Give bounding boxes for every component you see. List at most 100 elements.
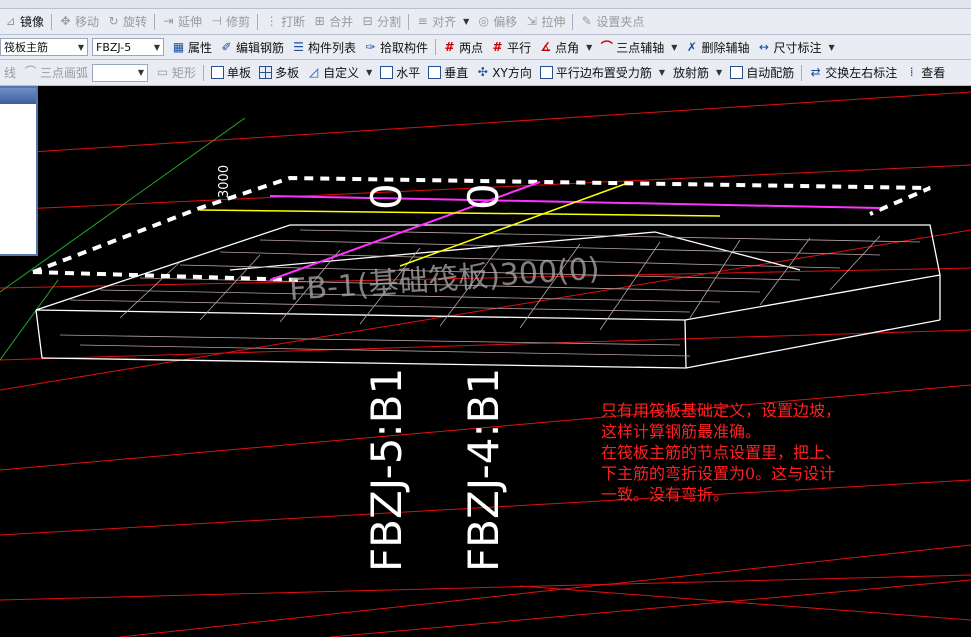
three-point-axis-button[interactable]: ⌒ 三点辅轴 ▼ [596, 36, 681, 58]
toolbar-top-cropped [0, 0, 971, 9]
component-toolbar: 筏板主筋 ▼ FBZJ-5 ▼ ▦ 属性 ✐ 编辑钢筋 ☰ 构件列表 ✑ 拾取构件 # 两点 … [0, 35, 971, 60]
align-button[interactable]: ≡ 对齐 ▼ [412, 11, 473, 33]
rectangle-button[interactable]: ▭ 矩形 [152, 62, 200, 84]
offset-button[interactable]: ◎ 偏移 [473, 11, 521, 33]
offset-icon: ◎ [478, 14, 490, 28]
parallel-axis-icon: # [492, 39, 503, 54]
line-button[interactable]: 线 [0, 62, 20, 84]
slab-label: FB-1(基础筏板)300(0) [288, 251, 601, 308]
single-plate-button[interactable]: 单板 [207, 62, 255, 84]
trim-icon: ⊣ [211, 14, 222, 28]
component-list-button[interactable]: ☰ 构件列表 [288, 36, 360, 58]
multi-plate-icon [259, 66, 273, 79]
panel-titlebar[interactable] [0, 88, 36, 104]
move-icon: ✥ [60, 14, 71, 28]
parallel-button[interactable]: # 平行 [487, 36, 535, 58]
annotation-line: 只有用筏板基础定义，设置边坡， [601, 401, 842, 420]
vertical-button[interactable]: 垂直 [424, 62, 472, 84]
rebar-label-fbzj5: FBZJ-5:B1 [362, 368, 411, 572]
vertical-icon [428, 66, 442, 79]
dimension-button[interactable]: ↔ 尺寸标注 ▼ [753, 36, 838, 58]
view-icon: ⁞ [909, 65, 914, 79]
chevron-down-icon: ▼ [137, 68, 145, 77]
three-point-arc-button[interactable]: ⌒ 三点画弧 [20, 62, 92, 84]
chevron-down-icon: ▼ [366, 68, 373, 77]
rebar-suffix-fbzj4: 0 [459, 183, 508, 210]
mirror-icon: ⊿ [5, 14, 16, 28]
move-button[interactable]: ✥ 移动 [55, 11, 103, 33]
parallel-edge-rebar-button[interactable]: 平行边布置受力筋 ▼ [536, 62, 669, 84]
merge-button[interactable]: ⊞ 合并 [309, 11, 357, 33]
annotation-note: 只有用筏板基础定义，设置边坡， 这样计算钢筋最准确。 在筏板主筋的节点设置里，把… [601, 400, 971, 505]
extend-button[interactable]: ⇥ 延伸 [158, 11, 206, 33]
two-point-axis-icon: # [444, 39, 455, 54]
radial-rebar-button[interactable]: 放射筋 ▼ [669, 62, 726, 84]
set-grip-button[interactable]: ✎ 设置夹点 [576, 11, 648, 33]
single-plate-icon [211, 66, 225, 79]
chevron-down-icon: ▼ [153, 42, 160, 52]
toolbar-separator [435, 39, 437, 55]
mirror-button[interactable]: ⊿ 镜像 [0, 11, 48, 33]
chevron-down-icon: ▼ [828, 42, 835, 52]
horizontal-button[interactable]: 水平 [376, 62, 424, 84]
align-icon: ≡ [417, 14, 428, 28]
split-button[interactable]: ⊟ 分割 [357, 11, 405, 33]
properties-button[interactable]: ▦ 属性 [168, 36, 216, 58]
three-point-axis-icon: ⌒ [600, 39, 613, 54]
edit-rebar-button[interactable]: ✐ 编辑钢筋 [216, 36, 288, 58]
drawing-canvas[interactable]: 3000 FB-1(基础筏板)300(0) FBZJ-5:B1 FBZJ-4:B… [0, 86, 971, 637]
arc-option-select[interactable]: ▼ [92, 63, 149, 82]
multi-plate-button[interactable]: 多板 [255, 62, 303, 84]
custom-button[interactable]: ◿ 自定义 ▼ [303, 62, 376, 84]
dimension-label: 3000 [217, 165, 232, 198]
horizontal-icon [380, 66, 394, 79]
draw-toolbar: 线 ⌒ 三点画弧 ▼ ▭ 矩形 单板 多板 ◿ 自定义 ▼ 水平 垂直 ✣ XY方向 平行… [0, 60, 971, 86]
custom-shape-icon: ◿ [308, 65, 319, 79]
properties-icon: ▦ [172, 39, 185, 54]
toolbar-separator [408, 13, 410, 30]
list-icon: ☰ [293, 39, 304, 54]
edit-toolbar: ⊿ 镜像 ✥ 移动 ↻ 旋转 ⇥ 延伸 ⊣ 修剪 ⋮ 打断 ⊞ 合并 ⊟ 分割 ≡ 对齐 ▼ ◎ 偏移… [0, 9, 971, 35]
component-type-select[interactable]: 筏板主筋 ▼ [0, 38, 88, 56]
chevron-down-icon: ▼ [716, 68, 723, 77]
two-point-button[interactable]: # 两点 [439, 36, 487, 58]
swap-labels-button[interactable]: ⇄ 交换左右标注 [805, 62, 901, 84]
auto-rebar-icon [730, 66, 744, 79]
floating-panel[interactable] [0, 86, 38, 256]
point-angle-icon: ∡ [540, 39, 551, 54]
chevron-down-icon: ▼ [671, 42, 678, 52]
xy-direction-icon: ✣ [477, 65, 488, 79]
eyedropper-icon: ✑ [365, 39, 376, 54]
trim-button[interactable]: ⊣ 修剪 [206, 11, 254, 33]
break-button[interactable]: ⋮ 打断 [261, 11, 309, 33]
view-button[interactable]: ⁞ 查看 [901, 62, 949, 84]
rotate-button[interactable]: ↻ 旋转 [103, 11, 151, 33]
toolbar-separator [257, 13, 259, 30]
point-angle-button[interactable]: ∡ 点角 ▼ [535, 36, 596, 58]
component-name-select[interactable]: FBZJ-5 ▼ [92, 38, 164, 56]
rebar-label-fbzj4: FBZJ-4:B1 [459, 368, 508, 572]
annotation-line: 这样计算钢筋最准确。 [601, 422, 762, 441]
annotation-line: 一致。没有弯折。 [601, 485, 730, 504]
toolbar-separator [801, 64, 803, 81]
chevron-down-icon: ▼ [463, 17, 470, 26]
delete-axis-button[interactable]: ✗ 删除辅轴 [681, 36, 753, 58]
chevron-down-icon: ▼ [586, 42, 593, 52]
pick-component-button[interactable]: ✑ 拾取构件 [360, 36, 432, 58]
parallel-edge-icon [539, 66, 553, 79]
extend-icon: ⇥ [163, 14, 174, 28]
stretch-button[interactable]: ⇲ 拉伸 [521, 11, 569, 33]
edit-rebar-icon: ✐ [221, 39, 232, 54]
split-icon: ⊟ [362, 14, 373, 28]
toolbar-separator [572, 13, 574, 30]
rectangle-icon: ▭ [156, 65, 169, 79]
toolbar-separator [203, 64, 205, 81]
rebar-suffix-fbzj5: 0 [362, 183, 411, 210]
auto-rebar-button[interactable]: 自动配筋 [726, 62, 798, 84]
chevron-down-icon: ▼ [77, 42, 84, 52]
xy-direction-button[interactable]: ✣ XY方向 [472, 62, 536, 84]
toolbar-separator [51, 13, 53, 30]
stretch-icon: ⇲ [526, 14, 537, 28]
rotate-icon: ↻ [108, 14, 119, 28]
swap-icon: ⇄ [810, 65, 821, 79]
